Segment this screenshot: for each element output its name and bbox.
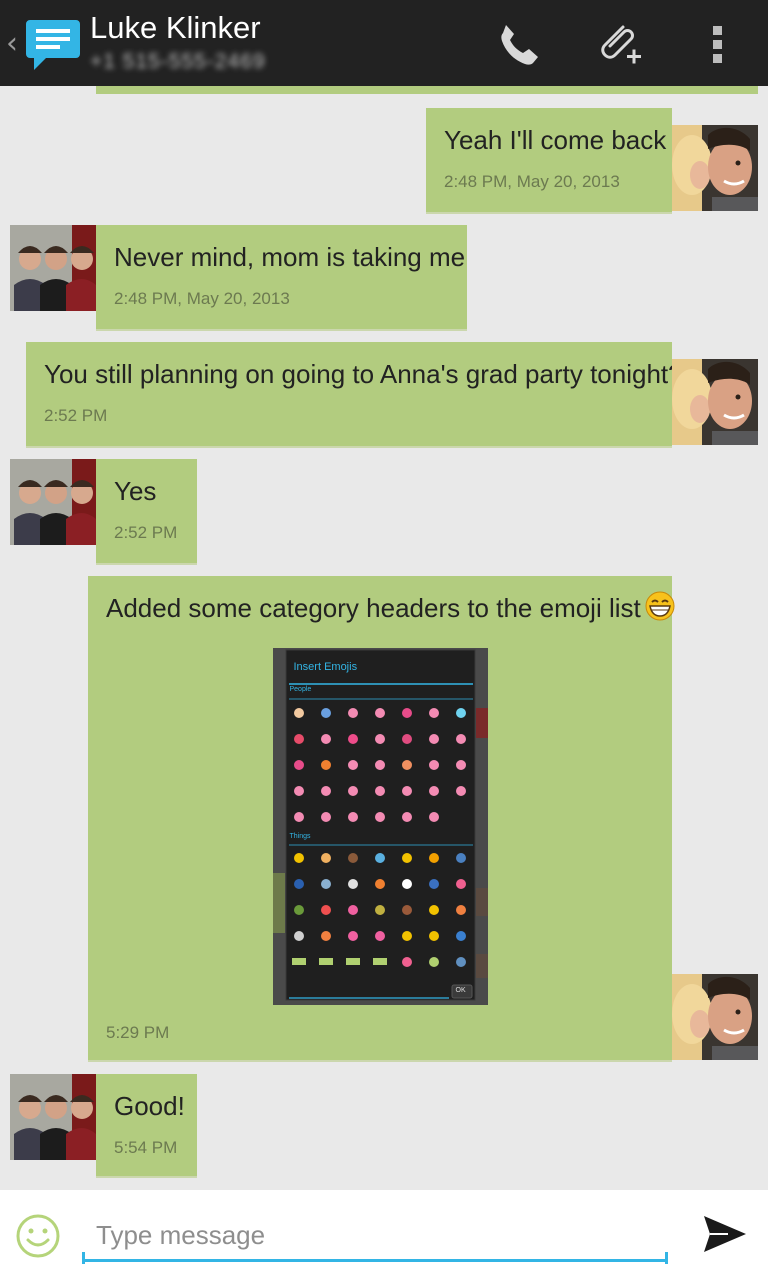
overflow-menu-icon xyxy=(713,26,722,63)
attach-plus-icon xyxy=(601,25,641,64)
sent-message-bubble[interactable]: You still planning on going to Anna's gr… xyxy=(26,342,683,446)
my-avatar[interactable] xyxy=(672,974,758,1060)
contact-number: +1 515-555-2469 xyxy=(90,50,266,73)
my-avatar[interactable] xyxy=(672,359,758,445)
input-underline-cap-right xyxy=(665,1252,668,1264)
attach-button[interactable] xyxy=(588,14,648,74)
message-timestamp: 2:52 PM xyxy=(44,406,108,425)
conversation-list[interactable]: Yeah I'll come back 2:48 PM, May 20, 201… xyxy=(0,86,768,1190)
previous-message-bubble xyxy=(96,86,758,94)
grinning-face-icon xyxy=(645,591,675,621)
emoji-section-people: People xyxy=(289,686,312,693)
received-message-bubble[interactable]: Good! 5:54 PM xyxy=(96,1074,197,1176)
message-row: Added some category headers to the emoji… xyxy=(0,576,768,1060)
send-icon[interactable] xyxy=(698,1208,750,1260)
received-message-bubble[interactable]: Yes 2:52 PM xyxy=(96,459,197,563)
call-button[interactable] xyxy=(488,14,548,74)
input-underline-cap-left xyxy=(82,1252,85,1264)
emoji-section-things: Things xyxy=(289,833,311,840)
smiley-icon[interactable] xyxy=(14,1212,62,1260)
emoji-ok-button: OK xyxy=(455,987,466,994)
action-bar: ‹ Luke Klinker +1 515-555-2469 xyxy=(0,0,768,86)
message-input[interactable] xyxy=(82,1200,668,1262)
message-text: Yes xyxy=(114,476,157,506)
message-timestamp: 5:29 PM xyxy=(106,1023,170,1042)
message-text: Added some category headers to the emoji… xyxy=(106,590,675,626)
contact-name: Luke Klinker xyxy=(90,10,261,45)
compose-bar xyxy=(0,1190,768,1280)
emoji-dialog-title: Insert Emojis xyxy=(293,661,358,673)
message-row: Never mind, mom is taking me 2:48 PM, Ma… xyxy=(0,225,768,329)
image-attachment[interactable]: Insert Emojis People Things OK xyxy=(272,648,488,1005)
contact-avatar[interactable] xyxy=(10,225,96,311)
message-text: Never mind, mom is taking me xyxy=(114,242,466,272)
sent-message-bubble[interactable]: Added some category headers to the emoji… xyxy=(88,576,675,1060)
message-bubble-icon[interactable] xyxy=(24,14,82,72)
message-row: Yes 2:52 PM xyxy=(0,459,768,563)
message-row: You still planning on going to Anna's gr… xyxy=(0,342,768,446)
sent-message-bubble[interactable]: Yeah I'll come back 2:48 PM, May 20, 201… xyxy=(426,108,672,212)
message-text: Good! xyxy=(114,1091,185,1121)
message-text: You still planning on going to Anna's gr… xyxy=(44,359,683,389)
message-timestamp: 2:48 PM, May 20, 2013 xyxy=(114,289,290,308)
my-avatar[interactable] xyxy=(672,125,758,211)
phone-icon xyxy=(501,25,538,65)
message-timestamp: 2:52 PM xyxy=(114,523,178,542)
message-text: Yeah I'll come back xyxy=(444,125,667,155)
message-timestamp: 5:54 PM xyxy=(114,1138,178,1157)
overflow-menu-button[interactable] xyxy=(688,14,748,74)
message-row: Good! 5:54 PM xyxy=(0,1074,768,1178)
message-timestamp: 2:48 PM, May 20, 2013 xyxy=(444,172,620,191)
contact-avatar[interactable] xyxy=(10,459,96,545)
message-row: Yeah I'll come back 2:48 PM, May 20, 201… xyxy=(0,108,768,212)
received-message-bubble[interactable]: Never mind, mom is taking me 2:48 PM, Ma… xyxy=(96,225,467,329)
contact-avatar[interactable] xyxy=(10,1074,96,1160)
chevron-left-icon[interactable]: ‹ xyxy=(6,26,18,61)
